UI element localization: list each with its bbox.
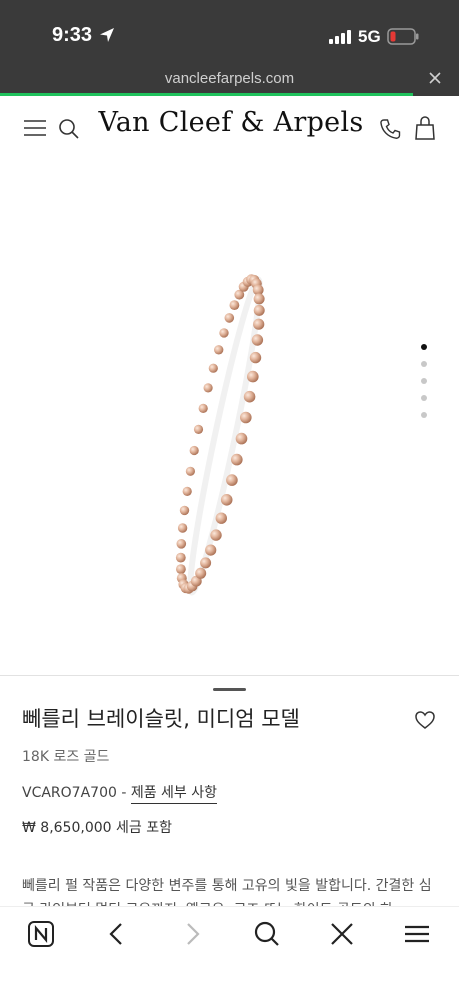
product-description: 뻬를리 펄 작품은 다양한 변주를 통해 고유의 빛을 발합니다. 간결한 심글… bbox=[22, 878, 432, 906]
signal-icon bbox=[329, 30, 351, 44]
gallery-dot[interactable] bbox=[421, 395, 427, 401]
close-icon[interactable] bbox=[428, 71, 442, 85]
product-price: ₩ 8,650,000 세금 포함 bbox=[22, 820, 172, 836]
browser-top-bar: 9:33 5G vancleefarpels.com bbox=[0, 0, 459, 96]
product-reference: VCARO7A700 bbox=[22, 785, 117, 801]
product-material: 18K 로즈 골드 bbox=[22, 749, 110, 765]
browser-bottom-toolbar bbox=[0, 906, 459, 1001]
menu-icon[interactable] bbox=[24, 119, 46, 137]
location-arrow-icon bbox=[100, 28, 114, 42]
back-icon[interactable] bbox=[103, 920, 131, 948]
product-image-bracelet bbox=[175, 274, 265, 596]
gallery-dot[interactable] bbox=[421, 412, 427, 418]
heart-icon[interactable] bbox=[414, 709, 436, 731]
status-time: 9:33 bbox=[52, 24, 93, 46]
battery-low-icon bbox=[387, 28, 419, 45]
sheet-drag-handle[interactable] bbox=[213, 688, 246, 691]
network-type: 5G bbox=[358, 27, 381, 46]
product-reference-row: VCARO7A700 - 제품 세부 사항 bbox=[22, 782, 218, 804]
product-details-link[interactable]: 제품 세부 사항 bbox=[130, 785, 218, 804]
gallery-pagination[interactable] bbox=[418, 344, 430, 426]
forward-icon[interactable] bbox=[178, 920, 206, 948]
gallery-dot[interactable] bbox=[421, 361, 427, 367]
url-text[interactable]: vancleefarpels.com bbox=[0, 70, 459, 87]
naver-n-icon[interactable] bbox=[27, 920, 55, 948]
search-icon[interactable] bbox=[253, 920, 281, 948]
gallery-dot[interactable] bbox=[421, 344, 427, 350]
product-title: 뻬를리 브레이슬릿, 미디엄 모델 bbox=[22, 707, 300, 731]
search-icon[interactable] bbox=[58, 118, 80, 140]
menu-icon[interactable] bbox=[403, 920, 431, 948]
gallery-dot[interactable] bbox=[421, 378, 427, 384]
phone-icon[interactable] bbox=[379, 118, 401, 140]
reference-separator: - bbox=[116, 785, 131, 801]
close-icon[interactable] bbox=[328, 920, 356, 948]
brand-logo[interactable]: Van Cleef & Arpels bbox=[96, 107, 366, 138]
shopping-bag-icon[interactable] bbox=[414, 116, 436, 140]
